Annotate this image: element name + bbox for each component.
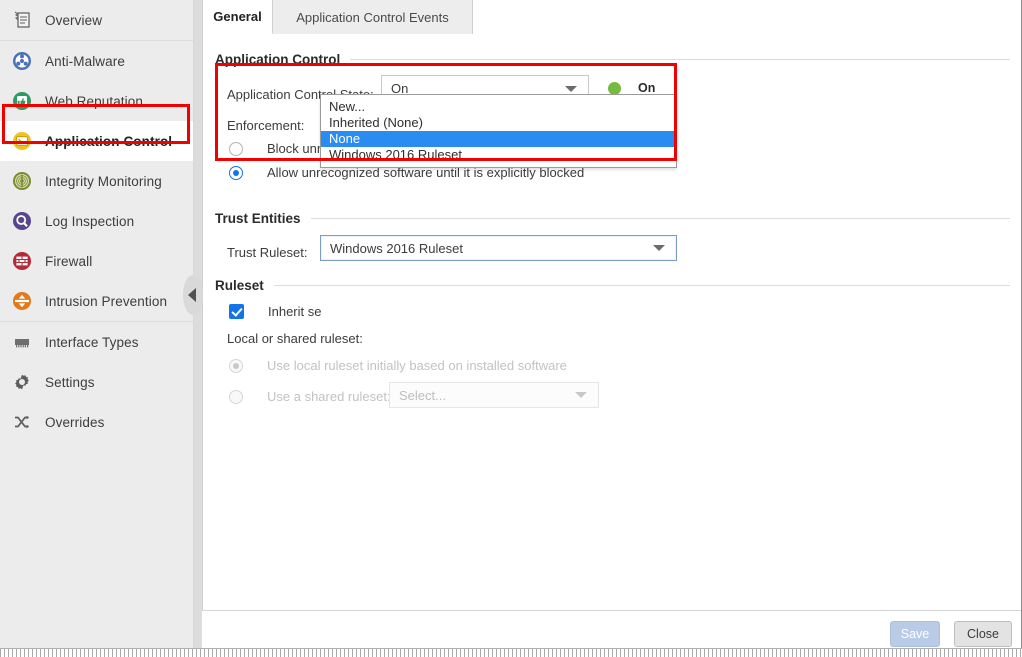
collapse-sidebar-handle[interactable] [183,275,203,315]
sidebar-item-intrusion-prevention[interactable]: Intrusion Prevention [0,281,193,321]
sidebar-item-interface-types[interactable]: Interface Types [0,322,193,362]
dropdown-option-new[interactable]: New... [321,99,676,115]
section-rule [311,218,1010,219]
integrity-monitoring-icon [11,170,33,192]
chevron-down-icon [565,86,577,92]
dropdown-bottom-padding [321,163,676,167]
status-badge: On [638,81,655,95]
firewall-icon [11,250,33,272]
dropdown-option-windows-2016-ruleset[interactable]: Windows 2016 Ruleset [321,147,676,163]
trust-ruleset-dropdown-list[interactable]: New... Inherited (None) None Windows 201… [320,94,677,168]
section-header-trust-entities: Trust Entities [215,211,1010,226]
sidebar-item-settings[interactable]: Settings [0,362,193,402]
sidebar-item-label: Web Reputation [45,94,143,109]
enforcement-label: Enforcement: [227,118,304,133]
sidebar-item-log-inspection[interactable]: Log Inspection [0,201,193,241]
ruleset-option-shared[interactable]: Use a shared ruleset: [229,389,391,404]
save-button-label: Save [901,627,930,641]
overview-icon [11,9,33,31]
radio-use-local-ruleset[interactable] [229,359,243,373]
tab-label: General [213,9,261,24]
sidebar-splitter[interactable] [194,0,202,648]
window-resize-strip[interactable] [0,648,1022,657]
shared-ruleset-placeholder: Select... [390,388,575,403]
sidebar-item-label: Overview [45,13,102,28]
sidebar-item-anti-malware[interactable]: Anti-Malware [0,41,193,81]
section-header-application-control: Application Control [215,52,1010,67]
inherit-settings-checkbox[interactable] [229,304,244,319]
local-or-shared-ruleset-label: Local or shared ruleset: [227,331,363,346]
sidebar-item-label: Log Inspection [45,214,134,229]
sidebar-item-overview[interactable]: Overview [0,0,193,40]
tab-label: Application Control Events [296,10,448,25]
resize-grip-icon [0,649,1022,657]
chevron-left-icon [188,288,196,302]
sidebar-item-label: Overrides [45,415,104,430]
section-rule [350,59,1010,60]
inherit-settings-label: Inherit se [268,304,321,319]
sidebar-item-application-control[interactable]: Application Control [0,121,193,161]
dropdown-option-inherited-none[interactable]: Inherited (None) [321,115,676,131]
sidebar-item-overrides[interactable]: Overrides [0,402,193,442]
intrusion-prevention-icon [11,290,33,312]
sidebar-item-label: Integrity Monitoring [45,174,162,189]
close-button[interactable]: Close [954,621,1012,647]
trust-ruleset-value: Windows 2016 Ruleset [321,241,653,256]
sidebar-item-label: Application Control [45,134,172,149]
tab-general[interactable]: General [203,0,273,34]
trust-ruleset-select[interactable]: Windows 2016 Ruleset [320,235,677,261]
trust-ruleset-label: Trust Ruleset: [227,245,307,260]
section-title: Application Control [215,52,350,67]
chevron-down-icon [653,245,665,251]
anti-malware-icon [11,50,33,72]
sidebar-item-label: Firewall [45,254,92,269]
radio-label: Use a shared ruleset: [267,389,391,404]
gear-icon [11,371,33,393]
tab-application-control-events[interactable]: Application Control Events [273,0,473,34]
radio-allow-unrecognized[interactable] [229,166,243,180]
dropdown-option-none[interactable]: None [321,131,676,147]
overrides-icon [11,411,33,433]
log-inspection-icon [11,210,33,232]
application-control-icon [11,130,33,152]
close-button-label: Close [967,627,999,641]
sidebar-item-integrity-monitoring[interactable]: Integrity Monitoring [0,161,193,201]
interface-types-icon [11,331,33,353]
radio-use-shared-ruleset[interactable] [229,390,243,404]
section-rule [274,285,1010,286]
web-reputation-icon [11,90,33,112]
save-button[interactable]: Save [890,621,940,647]
ruleset-option-local[interactable]: Use local ruleset initially based on ins… [229,358,567,373]
tab-bar: General Application Control Events [203,0,1022,34]
chevron-down-icon [575,392,587,398]
radio-block-unrecognized[interactable] [229,142,243,156]
tab-bar-filler [473,0,1022,34]
sidebar-item-label: Interface Types [45,335,139,350]
sidebar-item-label: Intrusion Prevention [45,294,167,309]
radio-label: Use local ruleset initially based on ins… [267,358,567,373]
settings-content: Application Control Application Control … [203,34,1022,601]
sidebar-item-firewall[interactable]: Firewall [0,241,193,281]
sidebar-item-label: Anti-Malware [45,54,125,69]
sidebar-navigation: Overview Anti-Malware [0,0,194,648]
sidebar-item-label: Settings [45,375,95,390]
section-header-ruleset: Ruleset [215,278,1010,293]
shared-ruleset-select[interactable]: Select... [389,382,599,408]
section-title: Ruleset [215,278,274,293]
main-panel: General Application Control Events Appli… [202,0,1022,657]
section-title: Trust Entities [215,211,311,226]
sidebar-item-web-reputation[interactable]: Web Reputation [0,81,193,121]
application-window: Overview Anti-Malware [0,0,1022,657]
